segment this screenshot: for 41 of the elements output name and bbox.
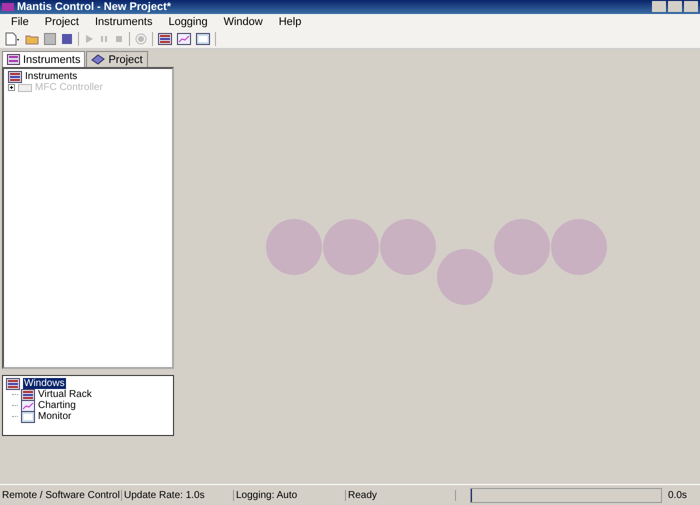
- menu-item[interactable]: Logging: [160, 16, 216, 28]
- tree-item[interactable]: Instruments: [25, 71, 78, 82]
- play-icon[interactable]: [84, 34, 94, 44]
- window-title: Mantis Control - New Project*: [17, 0, 172, 14]
- pause-icon[interactable]: [99, 34, 109, 44]
- menu-item[interactable]: Instruments: [86, 16, 160, 28]
- cube-icon: [91, 54, 106, 65]
- status-field: Remote / Software Control: [0, 490, 122, 500]
- chart-icon[interactable]: [177, 33, 191, 45]
- tree-item[interactable]: Virtual Rack: [38, 389, 92, 400]
- rack-icon: [21, 388, 35, 400]
- status-field: Logging: Auto: [234, 490, 346, 500]
- new-document-icon[interactable]: [4, 32, 20, 46]
- restore-button[interactable]: [668, 1, 682, 12]
- menu-item[interactable]: Help: [270, 16, 310, 28]
- record-icon[interactable]: [135, 33, 147, 45]
- rack-icon: [7, 54, 20, 65]
- stop-icon[interactable]: [114, 34, 124, 44]
- tree-item[interactable]: Monitor: [38, 411, 72, 422]
- device-icon: [18, 84, 32, 92]
- rack-icon: [6, 378, 20, 390]
- tree-item[interactable]: Charting: [38, 400, 76, 411]
- app-icon: [2, 3, 14, 11]
- monitor-icon[interactable]: [196, 33, 210, 45]
- panel-tab[interactable]: Instruments: [2, 51, 86, 67]
- panel-tab[interactable]: Project: [86, 51, 148, 67]
- tree-item[interactable]: Windows: [23, 378, 66, 389]
- folder-icon[interactable]: [25, 33, 39, 45]
- monitor-icon: [21, 410, 35, 422]
- minimize-button[interactable]: [652, 1, 666, 12]
- close-button[interactable]: [684, 1, 698, 12]
- status-field: Update Rate: 1.0s: [122, 490, 234, 500]
- status-time: 0.0s: [667, 490, 687, 500]
- status-field: Ready: [346, 490, 456, 500]
- chart-icon: [21, 400, 35, 412]
- menu-item[interactable]: Window: [216, 16, 271, 28]
- save-all-icon[interactable]: [61, 33, 73, 45]
- menu-item[interactable]: File: [3, 16, 37, 28]
- menu-item[interactable]: Project: [36, 16, 87, 28]
- rack-icon[interactable]: [158, 33, 172, 45]
- rack-icon: [8, 70, 22, 82]
